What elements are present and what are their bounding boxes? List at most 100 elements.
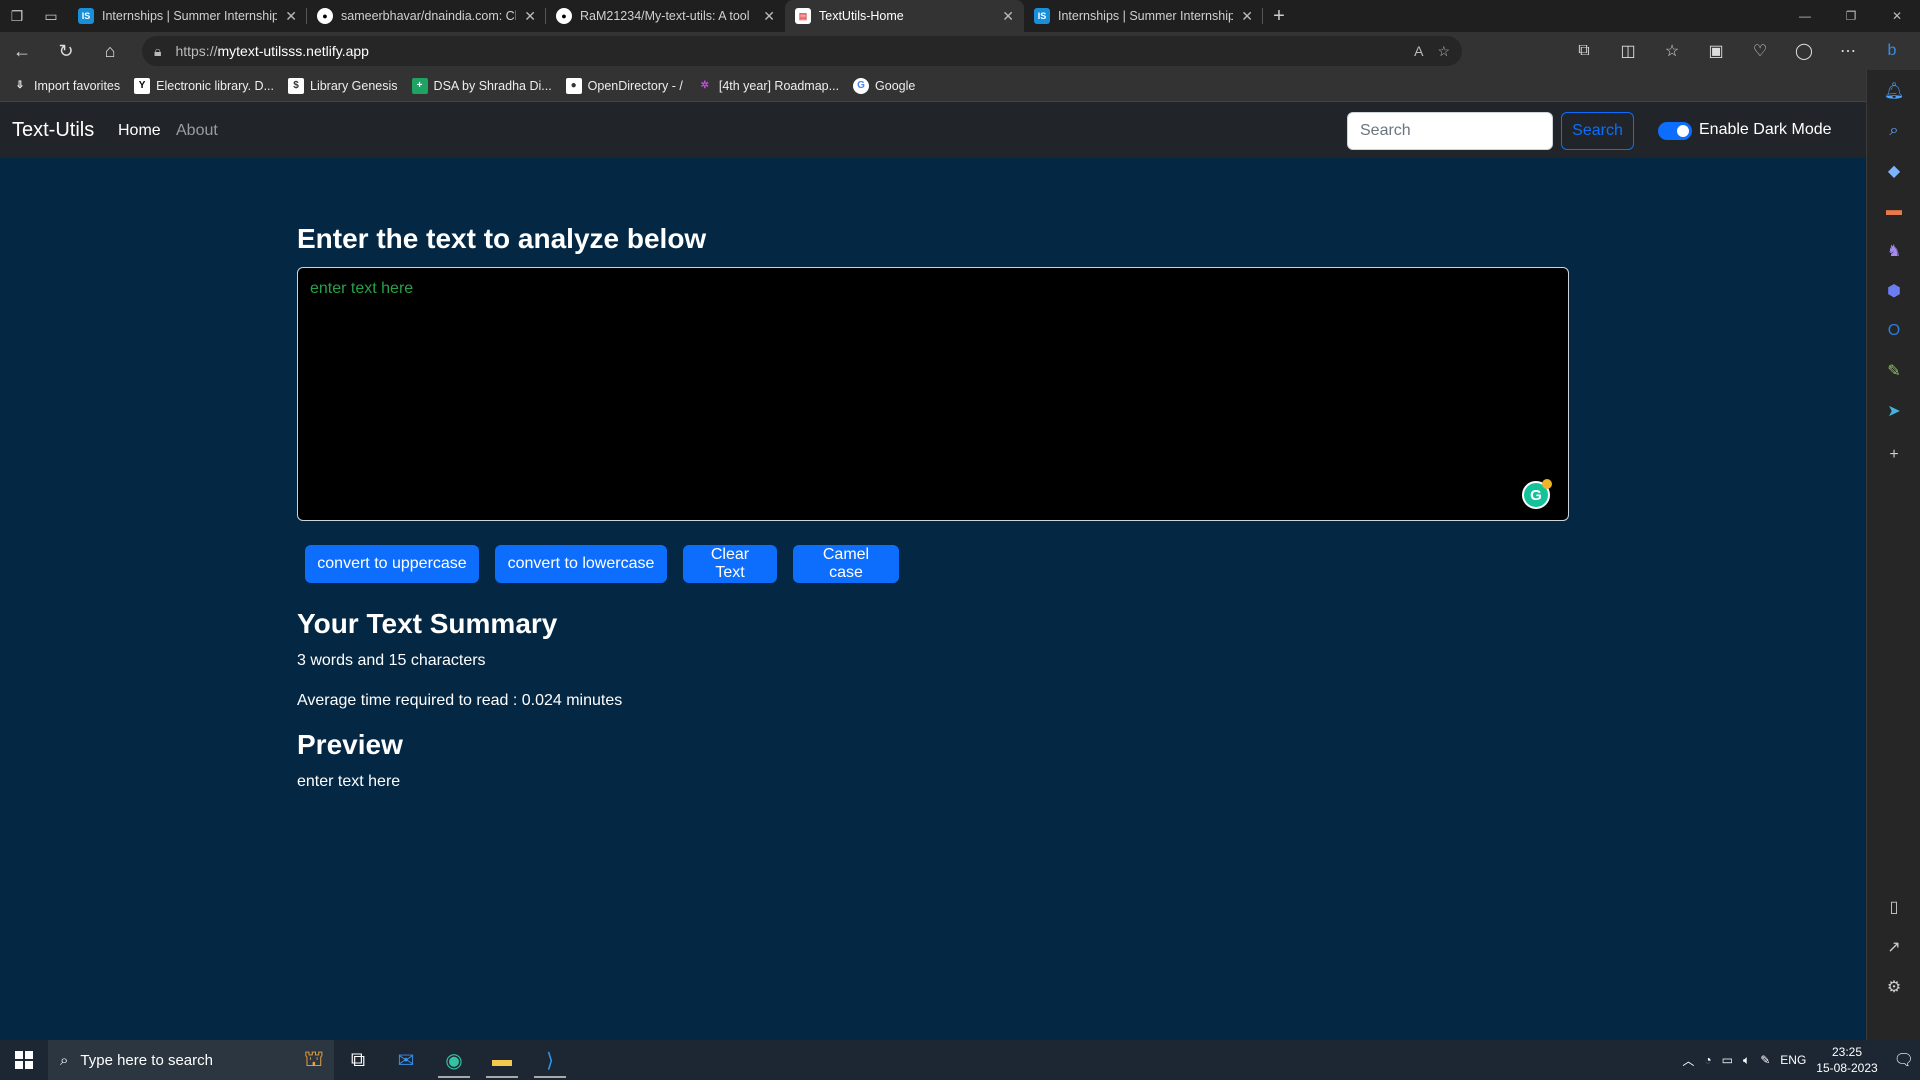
windows-taskbar: ⌕ Type here to search ⛫ ⧉ ✉ ◉ ▬ ⟩ ︿ ◔ ▭ … (0, 1040, 1920, 1080)
close-tab-icon[interactable]: ✕ (285, 8, 297, 25)
edge-icon[interactable]: ◉ (430, 1040, 478, 1080)
internshala-icon: IS (1034, 8, 1050, 24)
task-view-icon[interactable]: ⧉ (334, 1040, 382, 1080)
send-icon[interactable]: ➤ (1879, 396, 1909, 426)
search-icon: ⌕ (60, 1051, 69, 1069)
notification-center-icon[interactable]: 🗨︎ (1894, 1050, 1914, 1070)
tab-title: Internships | Summer Internship (1058, 9, 1234, 23)
extensions-icon[interactable]: ⧉ (1562, 32, 1606, 70)
favorite-electronic-library[interactable]: Y Electronic library. D... (134, 77, 274, 94)
browser-tab[interactable]: ● RaM21234/My-text-utils: A tool ✕ (546, 0, 785, 32)
back-icon[interactable]: ← (0, 32, 44, 70)
designer-icon[interactable]: ✎ (1879, 356, 1909, 386)
nav-about[interactable]: About (176, 122, 218, 140)
clock[interactable]: 23:25 15-08-2023 (1816, 1044, 1877, 1076)
collections-icon[interactable]: ▣ (1694, 32, 1738, 70)
more-menu-icon[interactable]: ⋯ (1826, 32, 1870, 70)
start-button[interactable] (0, 1040, 48, 1080)
add-sidebar-icon[interactable]: + (1879, 440, 1909, 470)
favorite-dsa[interactable]: + DSA by Shradha Di... (411, 77, 552, 94)
favorite-roadmap[interactable]: ✲ [4th year] Roadmap... (697, 78, 839, 94)
search-icon[interactable]: ⌕ (1879, 116, 1909, 146)
new-tab-icon[interactable]: + (1263, 0, 1295, 32)
vscode-icon[interactable]: ⟩ (526, 1040, 574, 1080)
lock-icon: 🔒︎ (154, 42, 162, 59)
restore-icon[interactable]: ❐ (1828, 0, 1874, 32)
shopping-icon[interactable]: ◆ (1879, 156, 1909, 186)
github-icon: ● (317, 8, 333, 24)
games-icon[interactable]: ♞ (1879, 236, 1909, 266)
browser-tab[interactable]: IS Internships | Summer Internship ✕ (68, 0, 307, 32)
volume-icon[interactable]: 🔈︎ (1743, 1053, 1750, 1068)
home-icon[interactable]: ⌂ (88, 32, 132, 70)
sidebar-panel-icon[interactable]: ▯ (1879, 892, 1909, 922)
read-aloud-icon[interactable]: A (1414, 43, 1423, 59)
search-input[interactable] (1347, 112, 1553, 150)
edge-sidebar: 🔔︎ ⌕ ◆ ▬ ♞ ⬢ O ✎ ➤ + ▯ ↗ ⚙ (1866, 70, 1920, 1040)
outlook-icon[interactable]: O (1879, 316, 1909, 346)
tab-title: sameerbhavar/dnaindia.com: Clo (341, 9, 517, 23)
dark-mode-toggle[interactable] (1658, 122, 1692, 140)
browser-tab[interactable]: ● sameerbhavar/dnaindia.com: Clo ✕ (307, 0, 546, 32)
bing-icon[interactable]: b (1870, 32, 1914, 70)
refresh-icon[interactable]: ↻ (44, 32, 88, 70)
internshala-icon: IS (78, 8, 94, 24)
nav-home[interactable]: Home (118, 122, 161, 140)
workspaces-icon[interactable]: ❒ (0, 0, 34, 32)
mail-icon[interactable]: ✉ (382, 1040, 430, 1080)
tools-icon[interactable]: ▬ (1879, 196, 1909, 226)
address-bar: ← ↻ ⌂ 🔒︎ https://mytext-utilsss.netlify.… (0, 32, 1920, 70)
favorites-icon[interactable]: ☆ (1650, 32, 1694, 70)
office-icon[interactable]: ⬢ (1879, 276, 1909, 306)
close-tab-icon[interactable]: ✕ (763, 8, 775, 25)
folder-icon: ● (565, 77, 582, 94)
language-indicator[interactable]: ENG (1780, 1053, 1806, 1067)
chevron-up-icon[interactable]: ︿ (1682, 1052, 1694, 1069)
text-input-area[interactable] (297, 267, 1569, 521)
browser-tab-active[interactable]: ▤ TextUtils-Home ✕ (785, 0, 1024, 32)
close-window-icon[interactable]: ✕ (1874, 0, 1920, 32)
profile-icon[interactable]: ◯ (1782, 32, 1826, 70)
taskbar-search-placeholder: Type here to search (80, 1051, 213, 1069)
close-tab-icon[interactable]: ✕ (1241, 8, 1253, 25)
close-tab-icon[interactable]: ✕ (1002, 8, 1014, 25)
page-heading: Enter the text to analyze below (297, 223, 707, 254)
tab-actions-icon[interactable]: ▭ (34, 0, 68, 32)
settings-icon[interactable]: ⚙ (1879, 972, 1909, 1002)
system-tray: ︿ ◔ ▭ 🔈︎ ✎ ENG 23:25 15-08-2023 🗨︎ (1682, 1040, 1920, 1080)
site-navbar: Text-Utils Home About Search Enable Dark… (0, 102, 1866, 158)
grammarly-icon[interactable]: G (1522, 479, 1552, 509)
file-explorer-icon[interactable]: ▬ (478, 1040, 526, 1080)
taskbar-search[interactable]: ⌕ Type here to search ⛫ (48, 1040, 334, 1080)
external-link-icon[interactable]: ↗ (1879, 932, 1909, 962)
split-screen-icon[interactable]: ◫ (1606, 32, 1650, 70)
favorite-star-icon[interactable]: ☆ (1437, 43, 1450, 60)
summary-title: Your Text Summary (297, 608, 558, 639)
url-input[interactable]: 🔒︎ https://mytext-utilsss.netlify.app A … (142, 36, 1462, 66)
pen-icon[interactable]: ✎ (1760, 1053, 1770, 1067)
clear-text-button[interactable]: Clear Text (683, 545, 777, 583)
favorite-opendirectory[interactable]: ● OpenDirectory - / (565, 77, 683, 94)
close-tab-icon[interactable]: ✕ (524, 8, 536, 25)
health-icon[interactable]: ♡ (1738, 32, 1782, 70)
camel-case-button[interactable]: Camel case (793, 545, 899, 583)
lowercase-button[interactable]: convert to lowercase (495, 545, 667, 583)
battery-icon[interactable]: ▭ (1722, 1053, 1733, 1067)
tab-title: Internships | Summer Internship (102, 9, 278, 23)
browser-tab[interactable]: IS Internships | Summer Internship ✕ (1024, 0, 1263, 32)
clock-date: 15-08-2023 (1816, 1061, 1878, 1075)
page-icon: ▤ (795, 8, 811, 24)
favorite-google[interactable]: G Google (853, 77, 915, 94)
google-icon: G (853, 77, 870, 94)
dark-mode-label: Enable Dark Mode (1699, 121, 1832, 138)
notifications-icon[interactable]: 🔔︎ (1879, 76, 1909, 106)
search-button[interactable]: Search (1561, 112, 1634, 150)
minimize-icon[interactable]: — (1782, 0, 1828, 32)
read-time-text: Average time required to read : 0.024 mi… (297, 692, 623, 709)
uppercase-button[interactable]: convert to uppercase (305, 545, 479, 583)
favorite-import[interactable]: ⇩ Import favorites (12, 78, 120, 94)
brand-logo[interactable]: Text-Utils (12, 119, 94, 142)
url-prefix: https:// (175, 43, 218, 59)
favorite-library-genesis[interactable]: $ Library Genesis (288, 77, 398, 94)
network-icon[interactable]: ◔ (1704, 1053, 1711, 1067)
